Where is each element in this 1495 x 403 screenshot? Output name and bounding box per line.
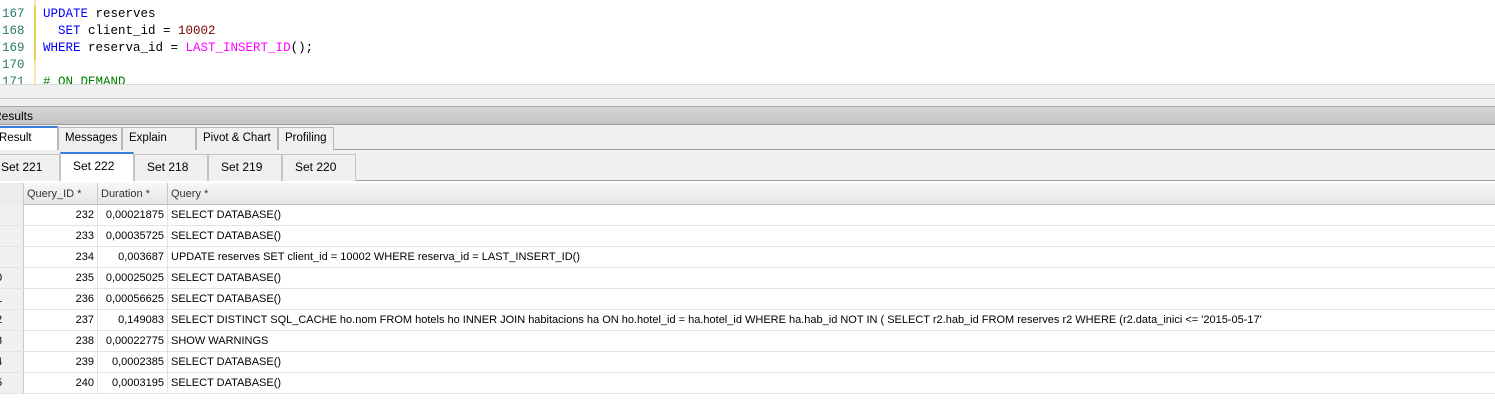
cell-query-id[interactable]: 236: [24, 289, 98, 309]
cell-duration[interactable]: 0,00022775: [98, 331, 168, 351]
results-panel-title: Results: [0, 109, 34, 123]
code-token: reserva_id =: [80, 41, 186, 55]
code-token: WHERE: [43, 41, 81, 55]
cell-duration[interactable]: 0,00056625: [98, 289, 168, 309]
tab-pivot-chart[interactable]: Pivot & Chart: [196, 127, 278, 150]
results-grid[interactable]: Query_ID * Duration * Query * 232 0,00021…: [0, 183, 1495, 403]
cell-query[interactable]: SELECT DATABASE(): [168, 373, 1495, 393]
code-token: # ON DEMAND: [43, 75, 126, 84]
row-indicator[interactable]: 3: [0, 331, 24, 351]
cell-query-id[interactable]: 233: [24, 226, 98, 246]
table-row[interactable]: 32380,00022775SHOW WARNINGS: [0, 331, 1495, 352]
code-token: UPDATE: [43, 7, 89, 21]
tab-profiling[interactable]: Profiling: [278, 127, 334, 150]
tab-set-220[interactable]: Set 220: [282, 154, 356, 181]
cell-query-id[interactable]: 238: [24, 331, 98, 351]
row-indicator[interactable]: 5: [0, 373, 24, 393]
cell-duration[interactable]: 0,149083: [98, 310, 168, 330]
tab-result-sets[interactable]: Result Sets: [0, 126, 58, 165]
code-line[interactable]: 169 WHERE reserva_id = LAST_INSERT_ID();: [0, 40, 1495, 57]
cell-duration[interactable]: 0,0003195: [98, 373, 168, 393]
tab-messages[interactable]: Messages: [58, 127, 122, 150]
table-row[interactable]: 232 0,00021875 SELECT DATABASE(): [0, 205, 1495, 226]
code-text: WHERE reserva_id = LAST_INSERT_ID();: [43, 40, 313, 57]
code-line[interactable]: 168 SET client_id = 10002: [0, 23, 1495, 40]
grid-header-row: Query_ID * Duration * Query *: [0, 183, 1495, 205]
cell-query-id[interactable]: 235: [24, 268, 98, 288]
row-indicator[interactable]: 4: [0, 352, 24, 372]
cell-query[interactable]: UPDATE reserves SET client_id = 10002 WH…: [168, 247, 1495, 267]
cell-duration[interactable]: 0,003687: [98, 247, 168, 267]
sql-editor[interactable]: 167 UPDATE reserves 168 SET client_id = 10…: [0, 0, 1495, 84]
results-panel-header: Results: [0, 106, 1495, 125]
table-row[interactable]: 234 0,003687 UPDATE reserves SET client_id…: [0, 247, 1495, 268]
code-line[interactable]: 170: [0, 57, 1495, 74]
line-number: 171: [2, 75, 25, 84]
cell-duration[interactable]: 0,0002385: [98, 352, 168, 372]
code-token: SET: [43, 24, 81, 38]
code-line[interactable]: 167 UPDATE reserves: [0, 6, 1495, 23]
cell-query-id[interactable]: 239: [24, 352, 98, 372]
code-token: 10002: [178, 24, 216, 38]
column-header-duration[interactable]: Duration *: [98, 183, 168, 205]
code-text: UPDATE reserves: [43, 6, 156, 23]
line-number: 168: [2, 24, 25, 38]
tab-set-221[interactable]: Set 221: [0, 154, 60, 181]
cell-query-id[interactable]: 234: [24, 247, 98, 267]
cell-query[interactable]: SELECT DATABASE(): [168, 289, 1495, 309]
code-text: SET client_id = 10002: [43, 23, 216, 40]
cell-duration[interactable]: 0,00021875: [98, 205, 168, 225]
cell-query[interactable]: SHOW WARNINGS: [168, 331, 1495, 351]
cell-query[interactable]: SELECT DATABASE(): [168, 226, 1495, 246]
column-header-query[interactable]: Query *: [168, 183, 1495, 205]
code-token: LAST_INSERT_ID: [185, 41, 291, 55]
cell-query[interactable]: SELECT DISTINCT SQL_CACHE ho.nom FROM ho…: [168, 310, 1495, 330]
code-line[interactable]: 171 # ON DEMAND: [0, 74, 1495, 84]
line-number: 170: [2, 58, 25, 72]
tab-set-219[interactable]: Set 219: [208, 154, 282, 181]
row-indicator[interactable]: 2: [0, 310, 24, 330]
tab-set-222[interactable]: Set 222: [60, 152, 134, 181]
tab-explain-plan[interactable]: Explain Plan: [122, 127, 196, 165]
cell-query[interactable]: SELECT DATABASE(): [168, 352, 1495, 372]
cell-query[interactable]: SELECT DATABASE(): [168, 268, 1495, 288]
row-indicator[interactable]: [0, 205, 24, 225]
table-row[interactable]: 42390,0002385SELECT DATABASE(): [0, 352, 1495, 373]
code-token: reserves: [88, 7, 156, 21]
table-row[interactable]: 233 0,00035725 SELECT DATABASE(): [0, 226, 1495, 247]
line-number: 167: [2, 7, 25, 21]
row-indicator[interactable]: 1: [0, 289, 24, 309]
results-tab-bar: Result Sets Messages Explain Plan Pivot …: [0, 125, 1495, 165]
column-header-query-id[interactable]: Query_ID *: [24, 183, 98, 205]
row-indicator-header: [0, 183, 24, 205]
table-row[interactable]: 52400,0003195SELECT DATABASE(): [0, 373, 1495, 394]
table-row[interactable]: 02350,00025025SELECT DATABASE(): [0, 268, 1495, 289]
table-row[interactable]: 12360,00056625SELECT DATABASE(): [0, 289, 1495, 310]
row-indicator[interactable]: [0, 226, 24, 246]
table-row[interactable]: 22370,149083SELECT DISTINCT SQL_CACHE ho…: [0, 310, 1495, 331]
line-number: 169: [2, 41, 25, 55]
code-token: client_id =: [80, 24, 179, 38]
cell-query[interactable]: SELECT DATABASE(): [168, 205, 1495, 225]
code-text: # ON DEMAND: [43, 74, 126, 84]
code-token: ();: [290, 41, 314, 55]
result-set-tab-bar: Set 221 Set 222 Set 218 Set 219 Set 220: [0, 150, 1495, 181]
cell-query-id[interactable]: 237: [24, 310, 98, 330]
tab-set-218[interactable]: Set 218: [134, 154, 208, 181]
row-indicator[interactable]: [0, 247, 24, 267]
row-indicator[interactable]: 0: [0, 268, 24, 288]
cell-duration[interactable]: 0,00035725: [98, 226, 168, 246]
cell-duration[interactable]: 0,00025025: [98, 268, 168, 288]
cell-query-id[interactable]: 232: [24, 205, 98, 225]
editor-results-splitter[interactable]: [0, 84, 1495, 106]
cell-query-id[interactable]: 240: [24, 373, 98, 393]
